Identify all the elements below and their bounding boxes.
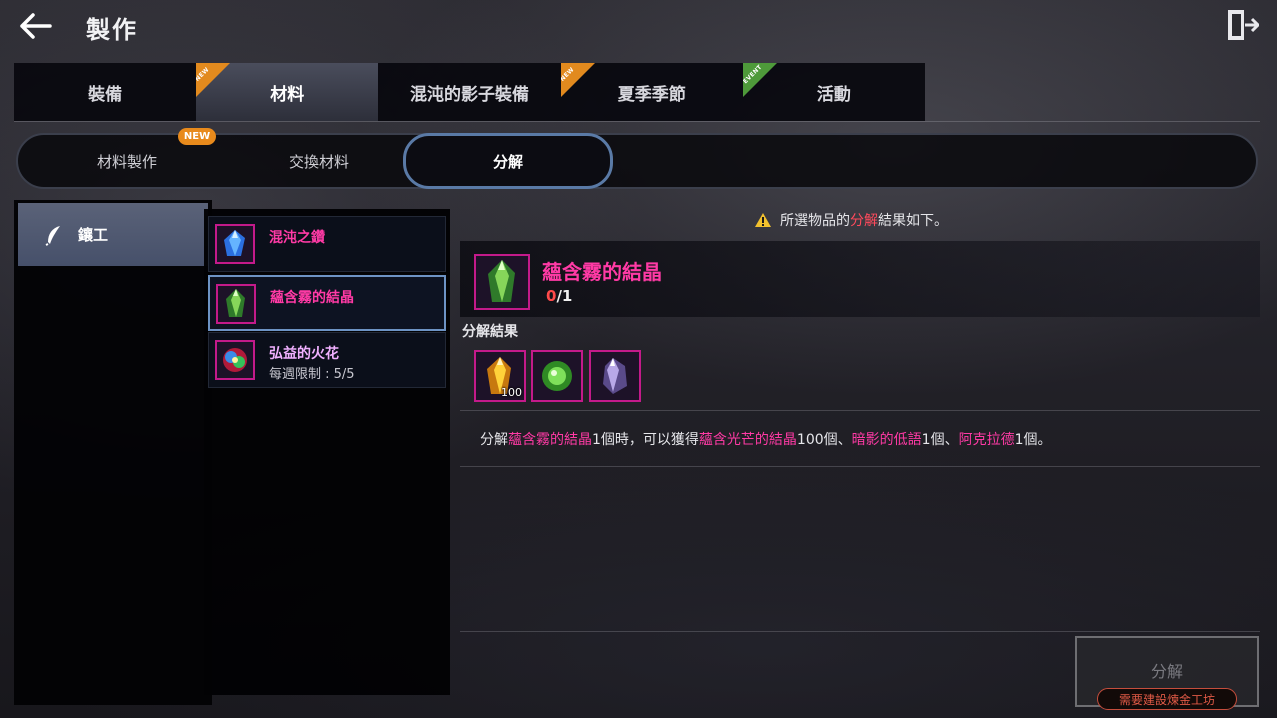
tab-equipment[interactable]: 裝備 [14, 63, 196, 121]
result-label: 分解結果 [462, 324, 518, 340]
back-button[interactable] [16, 10, 56, 42]
blue-gem-icon [215, 224, 255, 264]
tab-summer-season[interactable]: NEW 夏季季節 [560, 63, 743, 121]
new-badge: NEW [178, 128, 216, 145]
category-label: 鑲工 [78, 226, 109, 244]
tab-label: 混沌的影子裝備 [410, 84, 529, 105]
selected-item-name: 蘊含霧的結晶 [542, 260, 662, 284]
button-label: 分解 [1150, 662, 1183, 681]
green-crystal-icon [474, 254, 530, 310]
tab-chaos-shadow-equipment[interactable]: 混沌的影子裝備 [378, 63, 560, 121]
result-quantity: 100 [501, 386, 522, 399]
notice-text: 所選物品的分解結果如下。 [780, 213, 948, 229]
category-panel: 鑲工 [14, 200, 212, 705]
exit-door-icon [1228, 10, 1260, 40]
decompose-notice: 所選物品的分解結果如下。 [754, 210, 948, 230]
tab-label: 活動 [816, 84, 851, 105]
new-ribbon: NEW [560, 63, 595, 97]
event-ribbon: EVENT [742, 63, 777, 97]
exit-button[interactable] [1225, 8, 1260, 42]
list-item[interactable]: 混沌之鑽 [208, 216, 446, 272]
main-tab-bar: 裝備 NEW 材料 混沌的影子裝備 NEW 夏季季節 EVENT 活動 [14, 63, 925, 121]
green-crystal-icon [216, 284, 256, 324]
page-title: 製作 [86, 16, 138, 44]
subtab-label: 分解 [492, 152, 523, 171]
result-item[interactable]: 100 [474, 350, 526, 402]
category-item-jewelcrafting[interactable]: 鑲工 [18, 203, 208, 266]
subtab-decompose[interactable]: 分解 [403, 133, 613, 189]
warning-icon [755, 213, 771, 227]
tab-events[interactable]: EVENT 活動 [742, 63, 925, 121]
decompose-description: 分解蘊含霧的結晶1個時，可以獲得蘊含光芒的結晶100個、暗影的低語1個、阿克拉德… [480, 432, 1052, 448]
result-item[interactable] [589, 350, 641, 402]
arrow-left-icon [20, 13, 52, 39]
top-bar: 製作 [0, 0, 1277, 52]
list-item-selected[interactable]: 蘊含霧的結晶 [208, 275, 446, 331]
new-ribbon: NEW [196, 63, 231, 97]
subtab-exchange-materials[interactable]: 交換材料 [214, 135, 424, 187]
list-item[interactable]: 弘益的火花 每週限制 : 5/5 [208, 332, 446, 388]
subtab-label: 交換材料 [288, 152, 349, 171]
requirement-badge: 需要建設煉金工坊 [1097, 688, 1237, 710]
tabs-divider [14, 121, 1260, 122]
green-orb-icon [542, 361, 572, 391]
feather-icon [45, 225, 60, 246]
weekly-limit: 每週限制 : 5/5 [269, 367, 355, 382]
rainbow-orb-icon [215, 340, 255, 380]
subtab-label: 材料製作 [96, 152, 157, 171]
tab-materials[interactable]: NEW 材料 [196, 63, 379, 121]
item-name: 蘊含霧的結晶 [270, 290, 354, 306]
selected-item-count: 0/1 [546, 287, 573, 305]
item-name: 混沌之鑽 [269, 230, 325, 246]
divider [460, 466, 1260, 467]
tab-label: 夏季季節 [617, 84, 686, 105]
result-item[interactable] [531, 350, 583, 402]
purple-shard-icon [603, 358, 627, 394]
tab-label: 裝備 [88, 84, 123, 105]
item-name: 弘益的火花 [269, 346, 339, 362]
divider [460, 631, 1260, 632]
tab-label: 材料 [270, 84, 305, 105]
divider [460, 410, 1260, 411]
item-list: 混沌之鑽 蘊含霧的結晶 弘益的火花 每週限制 : 5/5 [204, 209, 450, 695]
